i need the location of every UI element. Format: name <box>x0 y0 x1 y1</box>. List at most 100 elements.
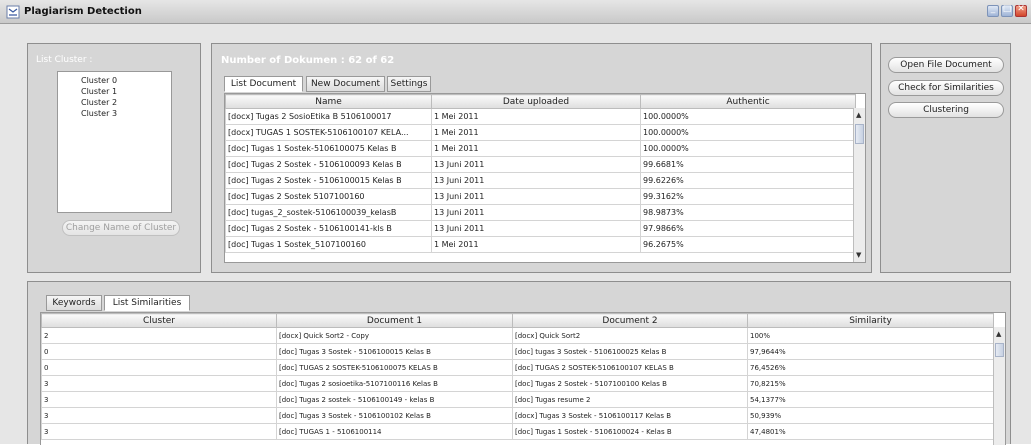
window-title: Plagiarism Detection <box>24 6 142 17</box>
table-cell: [docx] Tugas 2 SosioEtika B 5106100017 <box>225 108 432 125</box>
table-cell: 1 Mei 2011 <box>431 108 641 125</box>
document-count-label: Number of Dokumen : 62 of 62 <box>221 55 395 66</box>
actions-panel: Open File Document Check for Similaritie… <box>880 43 1011 273</box>
tab-list-document[interactable]: List Document <box>224 76 303 92</box>
table-cell: 100.0000% <box>640 140 856 157</box>
table-row[interactable]: 3 [doc] Tugas 2 sostek - 5106100149 - kel… <box>41 391 994 408</box>
column-header-name[interactable]: Name <box>225 94 432 109</box>
scroll-up-icon[interactable]: ▲ <box>856 111 861 119</box>
table-cell: 3 <box>41 407 277 424</box>
scroll-thumb[interactable] <box>995 343 1004 357</box>
table-row[interactable]: [doc] Tugas 2 Sostek 5107100160 13 Juni 2… <box>225 188 856 205</box>
table-cell: 54,1377% <box>747 391 994 408</box>
tab-keywords[interactable]: Keywords <box>46 295 102 311</box>
table-cell: 96.2675% <box>640 236 856 253</box>
table-cell: [docx] Quick Sort2 - Copy <box>276 327 513 344</box>
column-header-similarity[interactable]: Similarity <box>747 313 994 328</box>
table-row[interactable]: [doc] Tugas 1 Sostek_5107100160 1 Mei 201… <box>225 236 856 253</box>
cluster-item[interactable]: Cluster 2 <box>58 97 171 108</box>
column-header-cluster[interactable]: Cluster <box>41 313 277 328</box>
table-row[interactable]: 2 [docx] Quick Sort2 - Copy [docx] Quick S… <box>41 327 994 344</box>
table-row[interactable]: [docx] TUGAS 1 SOSTEK-5106100107 KELA...… <box>225 124 856 141</box>
cluster-list[interactable]: Cluster 0 Cluster 1 Cluster 2 Cluster 3 <box>57 71 172 213</box>
column-header-authentic[interactable]: Authentic <box>640 94 856 109</box>
table-cell: [doc] Tugas resume 2 <box>512 391 748 408</box>
table-cell: 97,9644% <box>747 343 994 360</box>
table-row[interactable]: [doc] tugas_2_sostek-5106100039_kelasB 13… <box>225 204 856 221</box>
table-cell: [doc] Tugas 1 Sostek_5107100160 <box>225 236 432 253</box>
table-cell: [doc] TUGAS 2 SOSTEK-5106100075 KELAS B <box>276 359 513 376</box>
scroll-up-icon[interactable]: ▲ <box>996 330 1001 338</box>
table-cell: [doc] Tugas 2 sostek - 5106100149 - kela… <box>276 391 513 408</box>
table-cell: 99.3162% <box>640 188 856 205</box>
table-row[interactable]: 3 [doc] Tugas 3 Sostek - 5106100102 Kelas… <box>41 407 994 424</box>
minimize-button[interactable]: _ <box>987 4 999 17</box>
table-cell: [docx] TUGAS 1 SOSTEK-5106100107 KELA... <box>225 124 432 141</box>
table-cell: [docx] Tugas 3 Sostek - 5106100117 Kelas… <box>512 407 748 424</box>
table-cell: 13 Juni 2011 <box>431 172 641 189</box>
tab-list-similarities[interactable]: List Similarities <box>104 295 190 311</box>
scroll-thumb[interactable] <box>855 124 864 144</box>
maximize-button[interactable]: □ <box>1001 4 1013 17</box>
tab-new-document[interactable]: New Document <box>306 76 385 92</box>
similarity-panel: Keywords List Similarities Cluster Docum… <box>27 281 1011 445</box>
table-cell: 1 Mei 2011 <box>431 124 641 141</box>
table-cell: 47,4801% <box>747 423 994 440</box>
table-row[interactable]: [doc] Tugas 2 Sostek - 5106100093 Kelas … <box>225 156 856 173</box>
table-cell: 1 Mei 2011 <box>431 140 641 157</box>
table-cell: [doc] Tugas 2 Sostek - 5106100141-kls B <box>225 220 432 237</box>
table-cell: 13 Juni 2011 <box>431 156 641 173</box>
table-cell: [doc] TUGAS 1 - 5106100114 <box>276 423 513 440</box>
table-cell: 2 <box>41 327 277 344</box>
tab-settings[interactable]: Settings <box>387 76 431 92</box>
table-cell: 13 Juni 2011 <box>431 204 641 221</box>
table-cell: [doc] TUGAS 2 SOSTEK-5106100107 KELAS B <box>512 359 748 376</box>
title-bar: Plagiarism Detection _ □ ✕ <box>0 0 1031 24</box>
table-cell: 99.6681% <box>640 156 856 173</box>
cluster-item[interactable]: Cluster 0 <box>58 75 171 86</box>
table-cell: 50,939% <box>747 407 994 424</box>
check-for-similarities-button[interactable]: Check for Similarities <box>888 80 1004 96</box>
table-cell: [doc] Tugas 3 Sostek - 5106100102 Kelas … <box>276 407 513 424</box>
table-cell: 13 Juni 2011 <box>431 188 641 205</box>
table-row[interactable]: 0 [doc] Tugas 3 Sostek - 5106100015 Kelas… <box>41 343 994 360</box>
similarity-table[interactable]: Cluster Document 1 Document 2 Similarity… <box>40 312 1006 445</box>
cluster-item[interactable]: Cluster 1 <box>58 86 171 97</box>
table-cell: 3 <box>41 375 277 392</box>
table-row[interactable]: [doc] Tugas 1 Sostek-5106100075 Kelas B1… <box>225 140 856 157</box>
table-cell: [doc] Tugas 1 Sostek-5106100075 Kelas B <box>225 140 432 157</box>
table-row[interactable]: [doc] Tugas 2 Sostek - 5106100141-kls B1… <box>225 220 856 237</box>
close-button[interactable]: ✕ <box>1015 4 1027 17</box>
cluster-item[interactable]: Cluster 3 <box>58 108 171 119</box>
column-header-document-2[interactable]: Document 2 <box>512 313 748 328</box>
table-cell: 0 <box>41 343 277 360</box>
table-cell: 3 <box>41 423 277 440</box>
scroll-down-icon[interactable]: ▼ <box>856 251 861 259</box>
cluster-panel: List Cluster : Cluster 0 Cluster 1 Clust… <box>27 43 201 273</box>
table-row[interactable]: 3 [doc] TUGAS 1 - 5106100114 [doc] Tugas 1… <box>41 423 994 440</box>
table-row[interactable]: 3 [doc] Tugas 2 sosioetika-5107100116 Kel… <box>41 375 994 392</box>
table-cell: 0 <box>41 359 277 376</box>
table-cell: [doc] Tugas 3 Sostek - 5106100015 Kelas … <box>276 343 513 360</box>
table-cell: 76,4526% <box>747 359 994 376</box>
document-table-scrollbar[interactable]: ▲ ▼ <box>853 108 865 262</box>
clustering-button[interactable]: Clustering <box>888 102 1004 118</box>
column-header-document-1[interactable]: Document 1 <box>276 313 513 328</box>
open-file-document-button[interactable]: Open File Document <box>888 57 1004 73</box>
table-cell: [doc] tugas_2_sostek-5106100039_kelasB <box>225 204 432 221</box>
table-cell: [doc] Tugas 2 Sostek 5107100160 <box>225 188 432 205</box>
column-header-date-uploaded[interactable]: Date uploaded <box>431 94 641 109</box>
table-row[interactable]: 0 [doc] TUGAS 2 SOSTEK-5106100075 KELAS B… <box>41 359 994 376</box>
table-cell: 1 Mei 2011 <box>431 236 641 253</box>
table-cell: [doc] Tugas 2 sosioetika-5107100116 Kela… <box>276 375 513 392</box>
change-name-of-cluster-button[interactable]: Change Name of Cluster <box>62 220 180 236</box>
document-table[interactable]: Name Date uploaded Authentic [docx] Tuga… <box>224 93 866 263</box>
documents-panel: Number of Dokumen : 62 of 62 List Docume… <box>211 43 872 273</box>
similarity-table-scrollbar[interactable]: ▲ <box>993 327 1005 445</box>
table-row[interactable]: [doc] Tugas 2 Sostek - 5106100015 Kelas … <box>225 172 856 189</box>
table-row[interactable]: [docx] Tugas 2 SosioEtika B 5106100017 1 … <box>225 108 856 125</box>
table-cell: 97.9866% <box>640 220 856 237</box>
table-cell: 100.0000% <box>640 108 856 125</box>
table-cell: [doc] Tugas 2 Sostek - 5106100093 Kelas … <box>225 156 432 173</box>
table-cell: 99.6226% <box>640 172 856 189</box>
